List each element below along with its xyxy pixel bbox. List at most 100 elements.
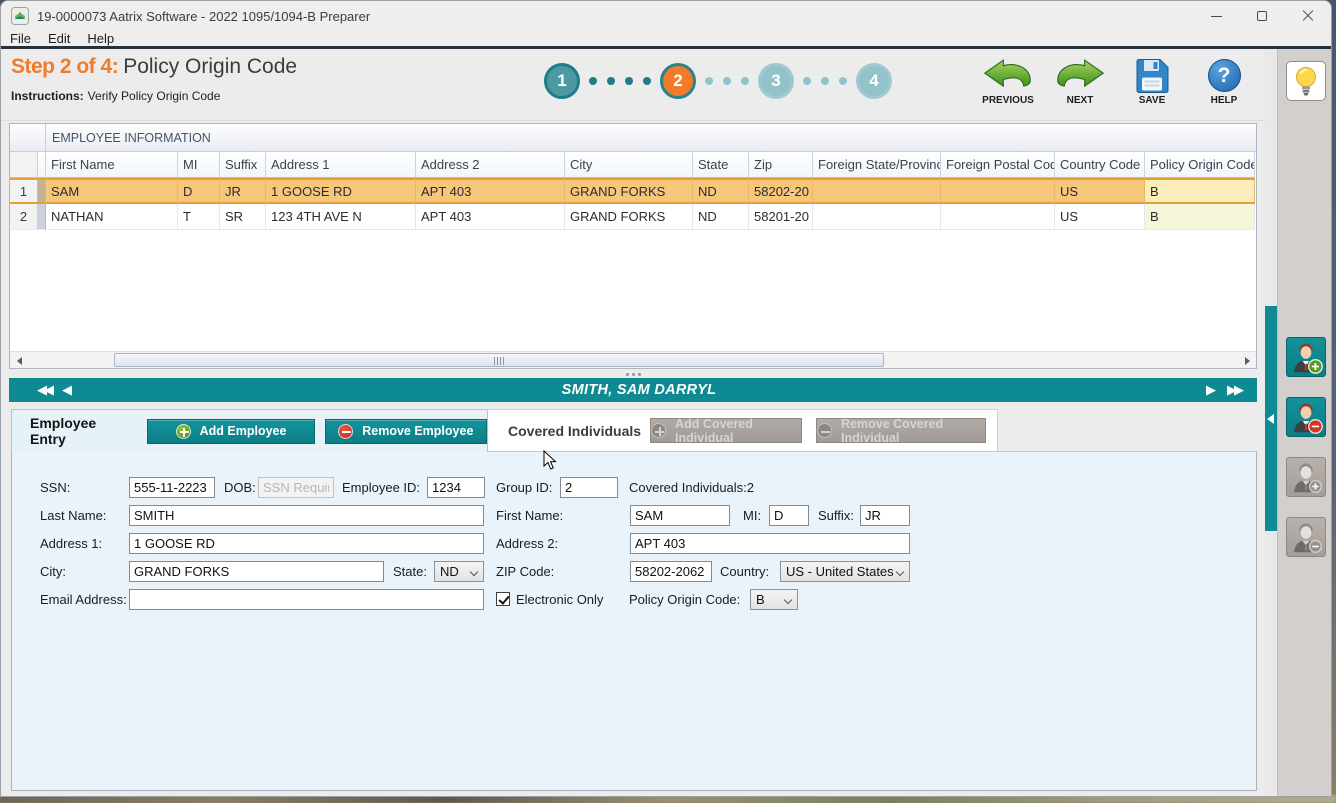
next-button[interactable]: NEXT: [1053, 53, 1107, 106]
suffix-input[interactable]: [860, 505, 910, 526]
policy-origin-code-select[interactable]: B: [750, 589, 798, 610]
mouse-cursor: [543, 450, 558, 471]
add-covered-individual-button[interactable]: Add Covered Individual: [650, 418, 802, 443]
step-dots-1: [589, 77, 651, 85]
covered-individuals-count: Covered Individuals:2: [629, 477, 754, 498]
row1-policy-origin[interactable]: B: [1145, 178, 1255, 204]
previous-record-button[interactable]: ◀: [62, 378, 72, 402]
row2-suffix[interactable]: SR: [220, 204, 266, 230]
col-address2[interactable]: Address 2: [416, 152, 565, 178]
grid-horizontal-scrollbar[interactable]: [10, 351, 1256, 368]
menu-file[interactable]: File: [10, 31, 31, 46]
col-state[interactable]: State: [693, 152, 749, 178]
row1-address2[interactable]: APT 403: [416, 178, 565, 204]
close-button[interactable]: [1285, 1, 1331, 31]
electronic-only-checkbox[interactable]: [496, 592, 510, 606]
col-policy-origin[interactable]: Policy Origin Code: [1145, 152, 1255, 178]
row2-first-name[interactable]: NATHAN: [46, 204, 178, 230]
row2-zip[interactable]: 58201-20: [749, 204, 813, 230]
mi-input[interactable]: [769, 505, 809, 526]
col-country-code[interactable]: Country Code: [1055, 152, 1145, 178]
email-input[interactable]: [129, 589, 484, 610]
row2-foreign-postal[interactable]: [941, 204, 1055, 230]
state-select[interactable]: ND: [434, 561, 484, 582]
address1-input[interactable]: [129, 533, 484, 554]
row1-first-name[interactable]: SAM: [46, 178, 178, 204]
row1-city[interactable]: GRAND FORKS: [565, 178, 693, 204]
tab-covered-individuals[interactable]: Covered Individuals Add Covered Individu…: [488, 409, 998, 451]
col-address1[interactable]: Address 1: [266, 152, 416, 178]
dob-input[interactable]: [258, 477, 334, 498]
sidebar-collapse-handle[interactable]: [1265, 306, 1277, 531]
col-foreign-state[interactable]: Foreign State/Province: [813, 152, 941, 178]
first-record-button[interactable]: ◀◀: [37, 378, 51, 402]
row1-suffix[interactable]: JR: [220, 178, 266, 204]
first-name-input[interactable]: [630, 505, 730, 526]
dot: [723, 77, 731, 85]
group-id-input[interactable]: [560, 477, 618, 498]
add-employee-sidebar-button[interactable]: [1286, 337, 1326, 377]
dot: [607, 77, 615, 85]
tip-lightbulb-button[interactable]: [1286, 61, 1326, 101]
row2-mi[interactable]: T: [178, 204, 220, 230]
ssn-input[interactable]: [129, 477, 215, 498]
col-suffix[interactable]: Suffix: [220, 152, 266, 178]
last-name-input[interactable]: [129, 505, 484, 526]
maximize-button[interactable]: [1239, 1, 1285, 31]
step-indicator: 1 2 3: [544, 63, 892, 99]
col-foreign-postal[interactable]: Foreign Postal Code: [941, 152, 1055, 178]
scroll-left-arrow[interactable]: [11, 353, 27, 368]
remove-covered-individual-sidebar-button[interactable]: [1286, 517, 1326, 557]
row1-foreign-state[interactable]: [813, 178, 941, 204]
row1-foreign-postal[interactable]: [941, 178, 1055, 204]
address2-input[interactable]: [630, 533, 910, 554]
panel-splitter-handle[interactable]: [1, 370, 1265, 378]
menu-help[interactable]: Help: [87, 31, 114, 46]
menu-edit[interactable]: Edit: [48, 31, 70, 46]
row1-country[interactable]: US: [1055, 178, 1145, 204]
row2-policy-origin[interactable]: B: [1145, 204, 1255, 230]
row1-mi[interactable]: D: [178, 178, 220, 204]
scrollbar-thumb[interactable]: [114, 353, 884, 367]
remove-employee-sidebar-button[interactable]: [1286, 397, 1326, 437]
country-select[interactable]: US - United States: [780, 561, 910, 582]
last-record-button[interactable]: ▶▶: [1227, 378, 1241, 402]
employee-id-input[interactable]: [427, 477, 485, 498]
add-covered-individual-sidebar-button[interactable]: [1286, 457, 1326, 497]
next-label: NEXT: [1067, 95, 1094, 106]
row2-country[interactable]: US: [1055, 204, 1145, 230]
row2-foreign-state[interactable]: [813, 204, 941, 230]
tab-band: Employee Entry Add Employee Remove Emplo…: [1, 406, 1265, 451]
col-mi[interactable]: MI: [178, 152, 220, 178]
row2-state[interactable]: ND: [693, 204, 749, 230]
minimize-button[interactable]: [1193, 1, 1239, 31]
scroll-right-arrow[interactable]: [1239, 353, 1255, 368]
record-navigator: ◀◀ ◀ SMITH, SAM DARRYL ▶ ▶▶: [9, 378, 1257, 402]
row2-address1[interactable]: 123 4TH AVE N: [266, 204, 416, 230]
row2-number[interactable]: 2: [10, 204, 38, 230]
row2-address2[interactable]: APT 403: [416, 204, 565, 230]
previous-button[interactable]: PREVIOUS: [981, 53, 1035, 106]
zip-input[interactable]: [630, 561, 712, 582]
tab-employee-entry[interactable]: Employee Entry Add Employee Remove Emplo…: [11, 409, 488, 452]
help-button[interactable]: ? HELP: [1197, 53, 1251, 106]
col-zip[interactable]: Zip: [749, 152, 813, 178]
record-nav-right: ▶ ▶▶: [1206, 378, 1241, 402]
row1-number[interactable]: 1: [10, 178, 38, 204]
col-first-name[interactable]: First Name: [46, 152, 178, 178]
row1-indicator: [38, 178, 46, 204]
add-employee-button[interactable]: Add Employee: [147, 419, 314, 444]
row1-state[interactable]: ND: [693, 178, 749, 204]
state-label: State:: [393, 561, 427, 582]
save-button[interactable]: SAVE: [1125, 53, 1179, 106]
row2-city[interactable]: GRAND FORKS: [565, 204, 693, 230]
zip-label: ZIP Code:: [496, 561, 554, 582]
remove-employee-button[interactable]: Remove Employee: [325, 419, 487, 444]
row1-zip[interactable]: 58202-20: [749, 178, 813, 204]
help-label: HELP: [1211, 95, 1238, 106]
remove-covered-individual-button[interactable]: Remove Covered Individual: [816, 418, 986, 443]
row1-address1[interactable]: 1 GOOSE RD: [266, 178, 416, 204]
next-record-button[interactable]: ▶: [1206, 378, 1216, 402]
city-input[interactable]: [129, 561, 384, 582]
col-city[interactable]: City: [565, 152, 693, 178]
